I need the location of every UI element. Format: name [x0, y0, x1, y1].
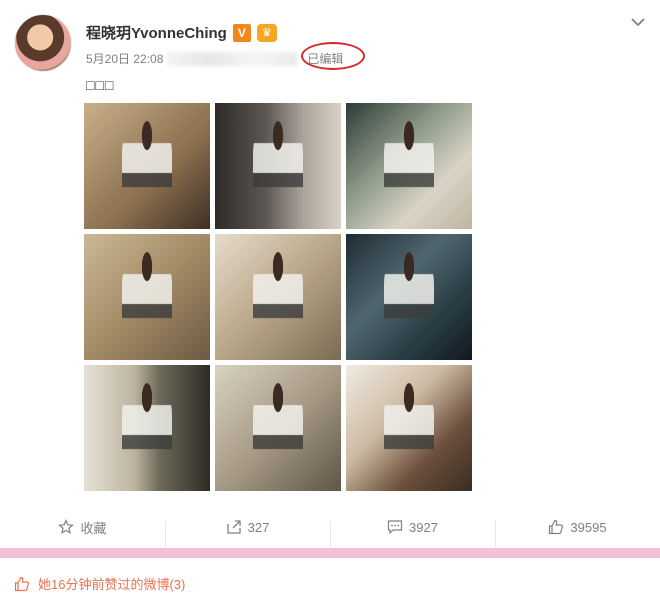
photo-thumbnail[interactable]: [346, 103, 472, 229]
star-icon: [58, 519, 75, 535]
thumbs-up-icon: [14, 576, 29, 591]
post-meta: 5月20日 22:08 已编辑: [86, 42, 366, 70]
photo-thumbnail[interactable]: [346, 234, 472, 360]
photo-thumbnail[interactable]: [346, 365, 472, 491]
comment-icon: [387, 520, 403, 535]
post-date[interactable]: 5月20日 22:08: [86, 50, 163, 67]
repost-count: 327: [247, 519, 270, 535]
photo-thumbnail[interactable]: [84, 103, 210, 229]
verified-v-icon[interactable]: V: [232, 23, 251, 42]
post-header: 程晓玥YvonneChing V ♛: [86, 22, 277, 43]
photo-thumbnail[interactable]: [84, 365, 210, 491]
blurred-source: [167, 51, 298, 66]
edited-label[interactable]: 已编辑: [301, 42, 366, 70]
favorite-button[interactable]: 收藏: [0, 518, 165, 537]
crown-badge-icon[interactable]: ♛: [256, 23, 277, 42]
liked-posts-text: 她16分钟前赞过的微博(3): [38, 577, 186, 592]
photo-thumbnail[interactable]: [215, 234, 341, 360]
red-circle-annotation: [301, 42, 366, 70]
action-bar: 收藏 327 3927 39595: [0, 510, 660, 547]
weibo-post-card: 程晓玥YvonneChing V ♛ 5月20日 22:08 已编辑 □□□ 收…: [0, 0, 660, 548]
avatar[interactable]: [14, 14, 72, 72]
post-text: □□□: [86, 77, 115, 93]
photo-grid: [84, 103, 472, 491]
like-button[interactable]: 39595: [495, 519, 660, 547]
comment-count: 3927: [409, 519, 438, 535]
like-count: 39595: [570, 519, 607, 535]
comment-button[interactable]: 3927: [330, 519, 495, 547]
repost-button[interactable]: 327: [165, 519, 330, 547]
photo-thumbnail[interactable]: [215, 103, 341, 229]
share-icon: [226, 520, 241, 534]
liked-posts-link[interactable]: 她16分钟前赞过的微博(3): [14, 574, 185, 593]
photo-thumbnail[interactable]: [215, 365, 341, 491]
username-link[interactable]: 程晓玥YvonneChing: [86, 22, 227, 43]
thumbs-up-icon: [549, 519, 564, 535]
favorite-label: 收藏: [80, 520, 107, 536]
photo-thumbnail[interactable]: [84, 234, 210, 360]
section-divider: [0, 548, 660, 558]
chevron-down-icon[interactable]: [630, 14, 646, 30]
